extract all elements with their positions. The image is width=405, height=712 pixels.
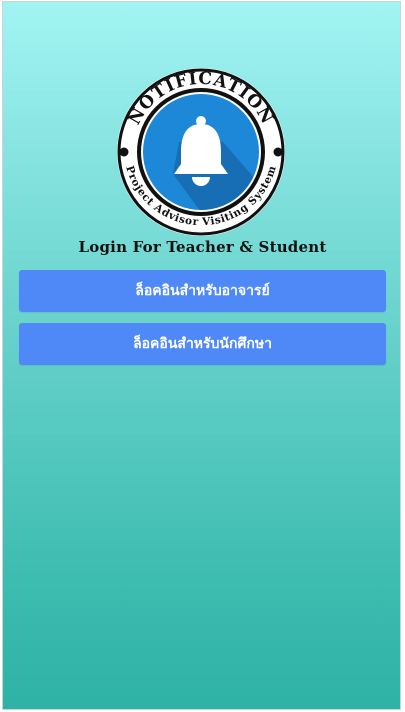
login-tagline: Login For Teacher & Student [78, 238, 327, 256]
teacher-login-button[interactable]: ล็อคอินสำหรับอาจารย์ [19, 270, 386, 312]
student-login-button[interactable]: ล็อคอินสำหรับนักศึกษา [19, 323, 386, 365]
app-screen: NOTIFICATION Project Advisor Visiting Sy… [2, 1, 401, 710]
app-logo: NOTIFICATION Project Advisor Visiting Sy… [107, 64, 295, 240]
